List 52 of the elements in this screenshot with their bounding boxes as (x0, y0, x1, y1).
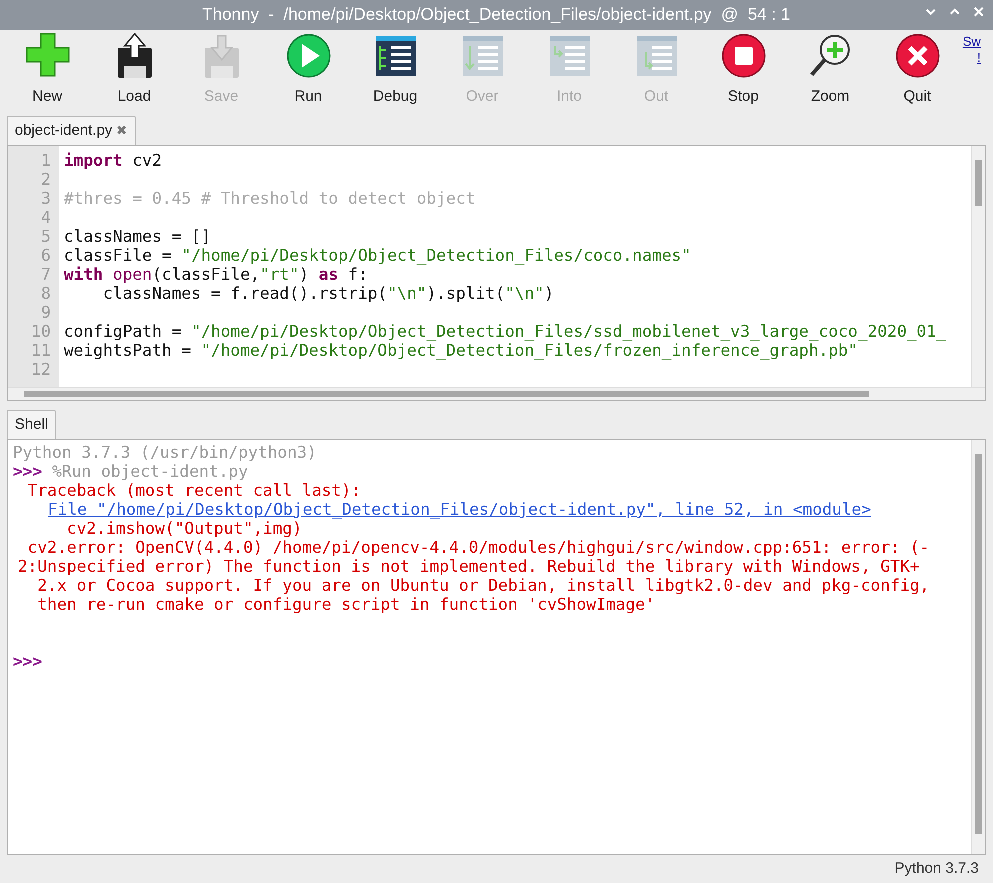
command-text: %Run object-ident.py (51, 462, 248, 481)
line-number: 2 (41, 170, 51, 189)
scrollbar[interactable] (971, 146, 985, 387)
zoom-button[interactable]: Zoom (787, 30, 874, 110)
new-button[interactable]: New (4, 30, 91, 110)
prompt: >>> (13, 462, 42, 481)
close-icon[interactable] (973, 6, 985, 18)
prompt: >>> (13, 652, 42, 671)
line-number: 5 (41, 227, 51, 246)
error-text: 2.x or Cocoa support. If you are on Ubuntu or Debian, install libgtk2.0-dev and pkg-config, (36, 576, 931, 595)
code-line: configPath = "/home/pi/Desktop/Object_Detection_Files/ssd_mobilenet_v3_large_coco_2020_01_ (64, 322, 948, 341)
code-line: with open(classFile,"rt") as f: (64, 265, 369, 284)
error-text: Traceback (most recent call last): (26, 481, 362, 500)
line-number: 12 (31, 360, 51, 379)
close-icon[interactable]: ✖ (116, 121, 128, 141)
scrollbar[interactable] (971, 440, 985, 854)
line-number: 3 (41, 189, 51, 208)
line-number: 7 (41, 265, 51, 284)
code-line: weightsPath = "/home/pi/Desktop/Object_Detection_Files/frozen_inference_graph.pb" (64, 341, 859, 360)
load-button[interactable]: Load (91, 30, 178, 110)
code-line: classNames = f.read().rstrip("\n").split("\n") (102, 284, 556, 303)
error-text: cv2.imshow("Output",img) (66, 519, 304, 538)
code-line: import cv2 (64, 151, 164, 170)
line-number: 10 (31, 322, 51, 341)
line-number: 4 (41, 208, 51, 227)
link[interactable]: Sw ! (962, 34, 981, 66)
code-line: #thres = 0.45 # Threshold to detect object (64, 189, 477, 208)
line-number: 1 (41, 151, 51, 170)
line-number: 9 (41, 303, 51, 322)
code-line: classNames = [] (64, 227, 212, 246)
error-text: 2:Unspecified error) The function is not implemented. Rebuild the library with Windows, GTK+ (17, 557, 921, 576)
code-line: classFile = "/home/pi/Desktop/Object_Detection_Files/coco.names" (64, 246, 692, 265)
file-link[interactable]: File "/home/pi/Desktop/Object_Detection_Files/object-ident.py", line 52, in <module> (48, 500, 872, 519)
line-number: 8 (41, 284, 51, 303)
banner-text: Python 3.7.3 (/usr/bin/python3) (13, 443, 318, 462)
line-number: 6 (41, 246, 51, 265)
play-icon (286, 32, 332, 80)
close-icon (894, 32, 940, 80)
quit-button[interactable]: Quit (874, 30, 961, 110)
run-button[interactable]: Run (265, 30, 352, 110)
window-title: Thonny - /home/pi/Desktop/Object_Detection_Files/object-ident.py @ 54 : 1 (202, 4, 790, 26)
interpreter-status[interactable]: Python 3.7.3 (894, 858, 979, 880)
plus-icon (24, 32, 70, 80)
debug-button[interactable]: Debug (352, 30, 439, 110)
error-text: then re-run cmake or configure script in function 'cvShowImage' (36, 595, 656, 614)
stop-icon (720, 32, 766, 80)
scrollbar[interactable] (8, 387, 985, 400)
stop-button[interactable]: Stop (700, 30, 787, 110)
tab[interactable]: Shell (7, 410, 56, 439)
tab[interactable]: object-ident.py ✖ (7, 116, 136, 145)
line-number: 11 (31, 341, 51, 360)
error-text: cv2.error: OpenCV(4.4.0) /home/pi/opencv-4.4.0/modules/highgui/src/window.cpp:651: error: (- (26, 538, 931, 557)
